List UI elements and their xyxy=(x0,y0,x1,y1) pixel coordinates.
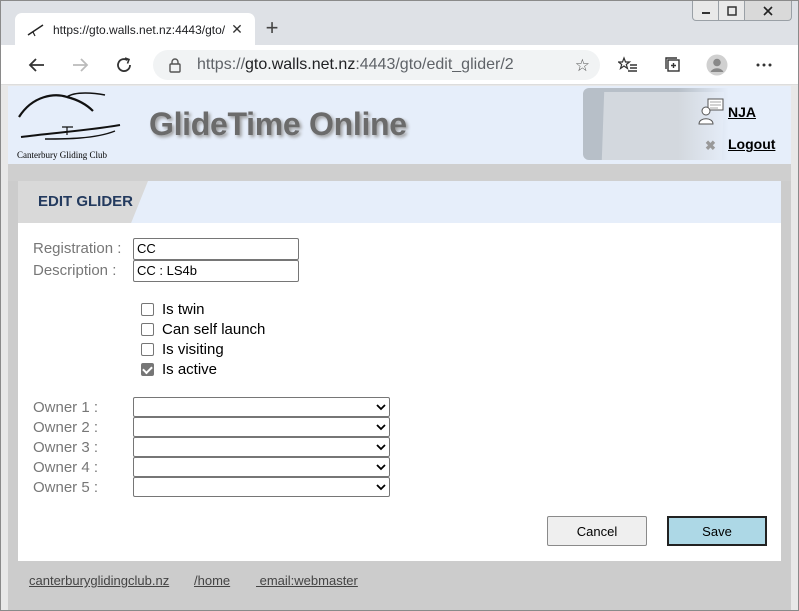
app-title: GlideTime Online xyxy=(149,106,407,142)
cancel-button[interactable]: Cancel xyxy=(547,516,647,546)
chevron-down-icon xyxy=(376,464,386,471)
is-visiting-row[interactable]: Is visiting xyxy=(141,341,224,358)
chevron-down-icon xyxy=(376,404,386,411)
is-twin-label: Is twin xyxy=(162,301,205,318)
browser-tab[interactable]: https://gto.walls.net.nz:4443/gto/ ✕ xyxy=(15,13,255,46)
owner-4-select[interactable] xyxy=(133,457,390,477)
browser-window: https://gto.walls.net.nz:4443/gto/ ✕ + h… xyxy=(0,0,799,611)
owner-5-select[interactable] xyxy=(133,477,390,497)
logout-link[interactable]: Logout xyxy=(728,136,775,152)
address-host: gto.walls.net.nz xyxy=(245,56,356,73)
owner-1-label: Owner 1 : xyxy=(33,399,99,416)
close-tab-icon[interactable]: ✕ xyxy=(229,21,245,37)
tab-title: https://gto.walls.net.nz:4443/gto/ xyxy=(53,22,226,37)
owner-3-select[interactable] xyxy=(133,437,390,457)
is-visiting-checkbox[interactable] xyxy=(141,343,154,356)
owner-3-label: Owner 3 : xyxy=(33,439,99,456)
collections-icon[interactable] xyxy=(661,53,685,77)
owner-5-label: Owner 5 : xyxy=(33,479,99,496)
owner-4-label: Owner 4 : xyxy=(33,459,99,476)
owner-2-label: Owner 2 : xyxy=(33,419,99,436)
section-title: EDIT GLIDER xyxy=(38,193,134,210)
lock-icon xyxy=(169,58,181,73)
address-path: :4443/gto/edit_glider/2 xyxy=(355,56,514,73)
is-twin-row[interactable]: Is twin xyxy=(141,301,205,318)
description-input[interactable]: CC : LS4b xyxy=(133,260,299,282)
is-visiting-label: Is visiting xyxy=(162,341,224,358)
close-icon xyxy=(763,5,773,16)
chevron-down-icon xyxy=(376,484,386,491)
address-prefix: https:// xyxy=(197,56,246,73)
address-url: https://gto.walls.net.nz:4443/gto/edit_g… xyxy=(197,56,514,74)
chevron-down-icon xyxy=(376,424,386,431)
close-window-button[interactable] xyxy=(745,1,792,21)
logout-icon: ✖ xyxy=(705,138,716,153)
more-menu-icon[interactable] xyxy=(752,53,776,77)
is-twin-checkbox[interactable] xyxy=(141,303,154,316)
site-banner: Canterbury Gliding Club GlideTime Online… xyxy=(8,86,791,164)
maximize-button[interactable] xyxy=(719,1,745,21)
forward-arrow-icon[interactable] xyxy=(68,53,92,77)
section-header: EDIT GLIDER xyxy=(18,181,781,223)
maximize-icon xyxy=(726,5,737,16)
owner-1-select[interactable] xyxy=(133,397,390,417)
minimize-icon xyxy=(701,11,710,14)
site-footer: canterburyglidingclub.nz /home email:web… xyxy=(8,561,791,610)
is-active-label: Is active xyxy=(162,361,218,378)
owner-2-select[interactable] xyxy=(133,417,390,437)
new-tab-button[interactable]: + xyxy=(259,16,285,42)
can-self-launch-row[interactable]: Can self launch xyxy=(141,321,265,338)
refresh-icon[interactable] xyxy=(112,53,136,77)
minimize-button[interactable] xyxy=(692,1,719,21)
user-icon xyxy=(698,98,724,125)
favorite-star-icon[interactable]: ☆ xyxy=(575,56,590,76)
registration-label: Registration : xyxy=(33,240,122,257)
footer-link-email[interactable]: email:webmaster xyxy=(256,573,358,588)
browser-toolbar: https://gto.walls.net.nz:4443/gto/edit_g… xyxy=(1,45,798,85)
edit-glider-form: EDIT GLIDER Registration : CC Descriptio… xyxy=(18,181,781,561)
profile-avatar-icon[interactable] xyxy=(705,53,729,77)
web-page: Canterbury Gliding Club GlideTime Online… xyxy=(8,86,791,610)
club-name: Canterbury Gliding Club xyxy=(17,150,107,160)
save-button[interactable]: Save xyxy=(667,516,767,546)
banner-divider xyxy=(8,164,791,181)
glider-favicon-icon xyxy=(27,23,44,36)
address-bar[interactable]: https://gto.walls.net.nz:4443/gto/edit_g… xyxy=(153,50,600,80)
footer-link-home[interactable]: /home xyxy=(194,573,230,588)
user-panel: NJA ✖ Logout xyxy=(583,88,791,164)
can-self-launch-checkbox[interactable] xyxy=(141,323,154,336)
description-label: Description : xyxy=(33,262,117,279)
favorites-list-icon[interactable] xyxy=(616,53,640,77)
user-name-link[interactable]: NJA xyxy=(728,104,756,120)
back-arrow-icon[interactable] xyxy=(25,53,49,77)
is-active-checkbox[interactable] xyxy=(141,363,154,376)
chevron-down-icon xyxy=(376,444,386,451)
tab-strip: https://gto.walls.net.nz:4443/gto/ ✕ + xyxy=(1,1,798,46)
is-active-row[interactable]: Is active xyxy=(141,361,217,378)
user-panel-fade xyxy=(678,88,791,164)
footer-link-club-site[interactable]: canterburyglidingclub.nz xyxy=(29,573,169,588)
can-self-launch-label: Can self launch xyxy=(162,321,266,338)
registration-input[interactable]: CC xyxy=(133,238,299,260)
window-controls xyxy=(692,1,792,21)
